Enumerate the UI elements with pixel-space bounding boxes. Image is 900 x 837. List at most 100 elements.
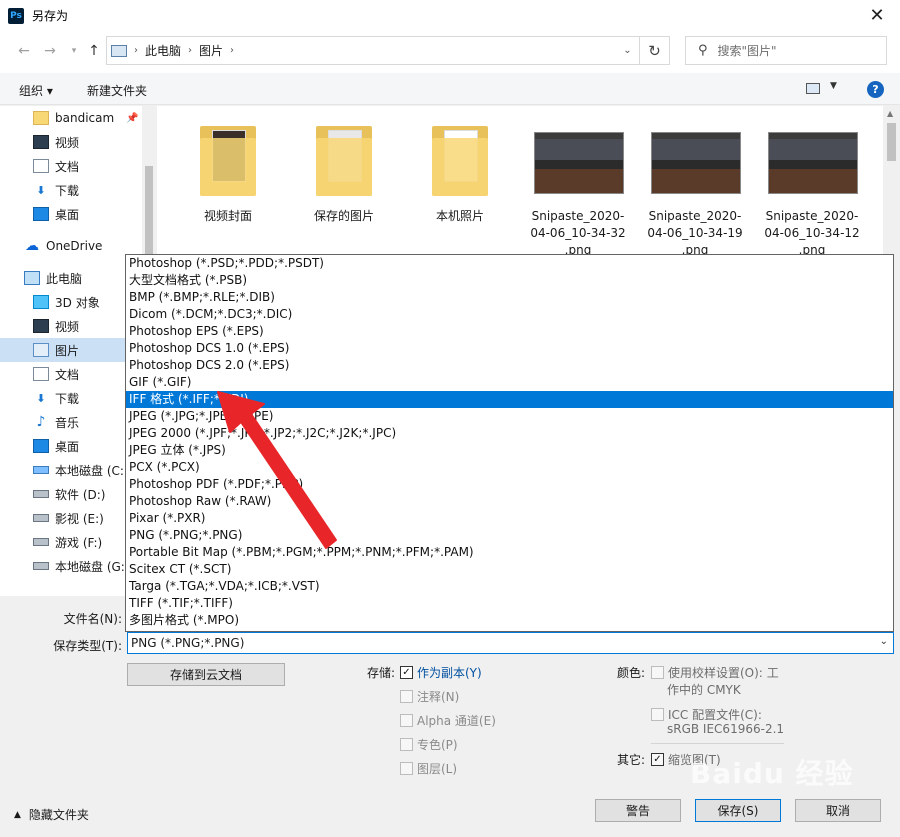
address-dropdown-icon[interactable]: ⌄ [615,37,639,64]
up-arrow-icon[interactable]: ↑ [84,41,104,61]
nav-item-this-pc[interactable]: 此电脑 [0,266,142,290]
organize-menu[interactable]: 组织 ▾ [19,82,53,99]
notes-checkbox[interactable]: 注释(N) [400,688,459,705]
file-type-option[interactable]: Photoshop PDF (*.PDF;*.PDP) [126,476,893,493]
help-icon[interactable]: ? [867,81,884,98]
command-toolbar: 组织 ▾ 新建文件夹 ▼ ? [0,73,900,105]
folder-icon [33,111,49,125]
nav-item-bandicam[interactable]: bandicam 📌 [0,106,142,130]
nav-item-documents-quick[interactable]: 文档 [0,154,142,178]
proof-setup-checkbox[interactable]: 使用校样设置(O): 工 [651,664,779,681]
forward-arrow-icon[interactable]: → [40,41,60,61]
pin-icon[interactable]: 📌 [126,113,138,124]
3d-objects-icon [33,295,49,309]
desktop-icon [33,207,49,221]
breadcrumb-pictures[interactable]: 图片 [199,42,223,59]
nav-item-drive-g[interactable]: 本地磁盘 (G:) [0,554,142,578]
file-tile-image[interactable]: Snipaste_2020- 04-06_10-34-32 .png [522,116,634,259]
save-button[interactable]: 保存(S) [695,799,781,822]
nav-scrollbar-thumb[interactable] [145,166,153,266]
checkmark-icon: ✓ [651,753,664,766]
icc-profile-value: sRGB IEC61966-2.1 [667,722,785,736]
nav-item-drive-d[interactable]: 软件 (D:) [0,482,142,506]
file-type-option[interactable]: Portable Bit Map (*.PBM;*.PGM;*.PPM;*.PN… [126,544,893,561]
file-type-option[interactable]: Pixar (*.PXR) [126,510,893,527]
nav-item-desktop-quick[interactable]: 桌面 [0,202,142,226]
checkmark-icon: ✓ [400,666,413,679]
file-tile-folder[interactable]: 本机照片 [404,116,516,225]
pc-icon [24,271,40,285]
file-type-option[interactable]: Photoshop (*.PSD;*.PDD;*.PSDT) [126,255,893,272]
nav-item-3d-objects[interactable]: 3D 对象 [0,290,142,314]
nav-item-pictures[interactable]: 图片 [0,338,142,362]
file-type-option[interactable]: Targa (*.TGA;*.VDA;*.ICB;*.VST) [126,578,893,595]
file-type-option[interactable]: Dicom (*.DCM;*.DC3;*.DIC) [126,306,893,323]
nav-item-drive-f[interactable]: 游戏 (F:) [0,530,142,554]
new-folder-button[interactable]: 新建文件夹 [87,82,147,99]
photoshop-app-icon: Ps [8,7,24,24]
file-name: 保存的图片 [313,209,374,223]
file-tile-folder[interactable]: 保存的图片 [288,116,400,225]
nav-item-documents[interactable]: 文档 [0,362,142,386]
address-bar[interactable]: › 此电脑 › 图片 › ⌄ [106,36,640,65]
nav-item-downloads-quick[interactable]: ⬇ 下载 [0,178,142,202]
file-type-option[interactable]: Scitex CT (*.SCT) [126,561,893,578]
file-type-option[interactable]: PCX (*.PCX) [126,459,893,476]
file-type-option[interactable]: JPEG 立体 (*.JPS) [126,442,893,459]
file-type-option[interactable]: JPEG 2000 (*.JPF;*.JPX;*.JP2;*.J2C;*.J2K… [126,425,893,442]
search-box[interactable]: ⚲ 搜索"图片" [685,36,887,65]
drive-icon [33,490,49,498]
file-type-option[interactable]: IFF 格式 (*.IFF;*.TDI) [126,391,893,408]
view-mode-dropdown-icon[interactable]: ▼ [830,81,837,91]
save-options-label: 存储: [366,666,395,680]
nav-item-downloads[interactable]: ⬇ 下载 [0,386,142,410]
nav-item-onedrive[interactable]: ☁ OneDrive [0,234,142,258]
file-type-option[interactable]: 大型文档格式 (*.PSB) [126,272,893,289]
file-type-option[interactable]: Photoshop EPS (*.EPS) [126,323,893,340]
file-tile-image[interactable]: Snipaste_2020- 04-06_10-34-19 .png [639,116,751,259]
nav-item-music[interactable]: ♪ 音乐 [0,410,142,434]
file-type-option[interactable]: Photoshop DCS 1.0 (*.EPS) [126,340,893,357]
scroll-up-arrow-icon[interactable]: ▲ [887,109,893,118]
view-mode-icon[interactable] [806,83,820,94]
file-list: 视频封面 保存的图片 本机照片 Snipaste_2020- 04-06_10-… [157,106,883,259]
icc-profile-checkbox[interactable]: ICC 配置文件(C): [651,706,762,723]
file-list-scrollbar-thumb[interactable] [887,123,896,161]
save-to-cloud-button[interactable]: 存储到云文档 [127,663,285,686]
file-type-option[interactable]: JPEG (*.JPG;*.JPEG;*.JPE) [126,408,893,425]
file-type-option[interactable]: PNG (*.PNG;*.PNG) [126,527,893,544]
filetype-select[interactable]: PNG (*.PNG;*.PNG) ⌄ [127,632,894,654]
nav-item-drive-c[interactable]: 本地磁盘 (C:) [0,458,142,482]
recent-locations-chevron-icon[interactable]: ▾ [64,41,84,61]
baidu-watermark: Baidu 经验 [690,757,854,790]
as-copy-checkbox[interactable]: ✓ 作为副本(Y) [400,664,482,681]
spot-color-checkbox[interactable]: 专色(P) [400,736,458,753]
address-row: ← → ▾ ↑ › 此电脑 › 图片 › ⌄ ↻ ⚲ 搜索"图片" [0,31,900,73]
breadcrumb-this-pc[interactable]: 此电脑 [145,42,181,59]
alpha-channel-checkbox[interactable]: Alpha 通道(E) [400,712,496,729]
hide-folders-toggle[interactable]: ▲ 隐藏文件夹 [14,806,89,823]
breadcrumb-separator-icon: › [134,45,138,56]
layers-checkbox[interactable]: 图层(L) [400,760,457,777]
cancel-button[interactable]: 取消 [795,799,881,822]
search-placeholder: 搜索"图片" [717,44,777,58]
file-type-option[interactable]: BMP (*.BMP;*.RLE;*.DIB) [126,289,893,306]
file-type-option[interactable]: Photoshop Raw (*.RAW) [126,493,893,510]
close-icon[interactable]: ✕ [854,0,900,31]
refresh-icon[interactable]: ↻ [640,36,670,65]
drive-icon [33,514,49,522]
nav-item-drive-e[interactable]: 影视 (E:) [0,506,142,530]
file-tile-image[interactable]: Snipaste_2020- 04-06_10-34-12 .png [756,116,868,259]
file-type-option[interactable]: TIFF (*.TIF;*.TIFF) [126,595,893,612]
file-type-option[interactable]: 多图片格式 (*.MPO) [126,612,893,629]
warning-button[interactable]: 警告 [595,799,681,822]
file-tile-folder[interactable]: 视频封面 [172,116,284,225]
nav-item-videos[interactable]: 视频 [0,314,142,338]
nav-item-videos-quick[interactable]: 视频 [0,130,142,154]
back-arrow-icon[interactable]: ← [14,41,34,61]
folder-icon [288,116,400,208]
file-type-option[interactable]: Photoshop DCS 2.0 (*.EPS) [126,357,893,374]
title-bar: Ps 另存为 ✕ [0,0,900,31]
file-type-option[interactable]: GIF (*.GIF) [126,374,893,391]
nav-item-desktop[interactable]: 桌面 [0,434,142,458]
